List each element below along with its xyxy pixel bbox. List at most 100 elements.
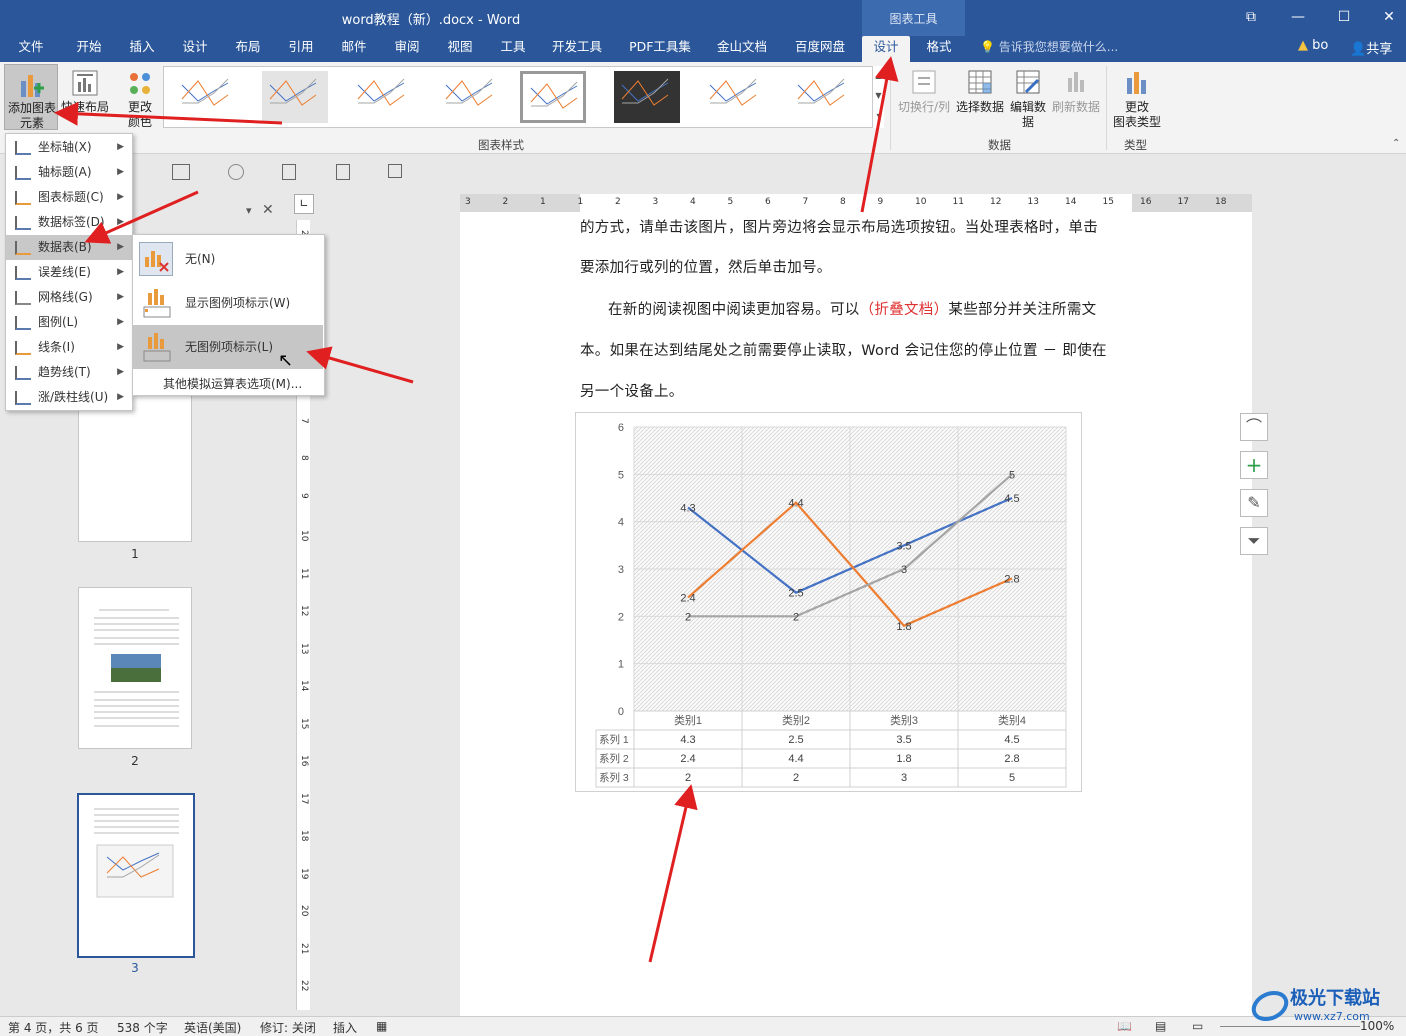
change-chart-type-button[interactable]: 更改 图表类型	[1110, 66, 1164, 132]
word-count[interactable]: 538 个字	[117, 1019, 168, 1036]
tab-chart-format[interactable]: 格式	[915, 36, 963, 62]
quick-layout-button[interactable]: 快速布局	[58, 64, 112, 130]
tab-insert[interactable]: 插入	[119, 36, 165, 62]
chevron-right-icon: ▶	[117, 317, 124, 327]
data-table-no-legend-keys-option[interactable]: 无图例项标示(L)	[133, 325, 323, 369]
track-changes[interactable]: 修订: 关闭	[260, 1019, 316, 1036]
data-table-none-option[interactable]: 无(N)	[133, 237, 323, 281]
watermark-logo: 极光下载站 www.xz7.com	[1250, 984, 1400, 1030]
two-pages-icon[interactable]	[172, 164, 190, 180]
web-layout-icon[interactable]: ▭	[1192, 1019, 1203, 1033]
chart-styles-gallery[interactable]	[163, 66, 881, 128]
tab-mailings[interactable]: 邮件	[331, 36, 377, 62]
tab-kdocs[interactable]: 金山文档	[710, 36, 774, 62]
tab-developer[interactable]: 开发工具	[544, 36, 610, 62]
data-table-cell: 4.5	[1004, 734, 1019, 746]
change-chart-type-icon	[1127, 72, 1146, 94]
tab-design-doc[interactable]: 设计	[172, 36, 218, 62]
link-icon[interactable]	[228, 164, 244, 180]
menu-item-axes[interactable]: 坐标轴(X) ▶	[6, 135, 132, 160]
edit-data-button[interactable]: 编辑数 据	[1006, 66, 1050, 132]
add-chart-element-button[interactable]: 添加图表 元素	[4, 64, 58, 130]
edit-data-label-2: 据	[1021, 115, 1034, 129]
minimize-button[interactable]: —	[1283, 6, 1313, 28]
ruler-tick-label: 3	[465, 197, 471, 207]
share-button[interactable]: 👤共享	[1350, 38, 1392, 57]
tab-home[interactable]: 开始	[66, 36, 112, 62]
chart-style-option[interactable]	[438, 71, 504, 123]
refresh-data-button[interactable]: 刷新数据	[1050, 66, 1102, 132]
tab-baidu-netdisk[interactable]: 百度网盘	[788, 36, 852, 62]
language[interactable]: 英语(美国)	[184, 1019, 241, 1036]
menu-item-trendline[interactable]: 趋势线(T) ▶	[6, 360, 132, 385]
maximize-button[interactable]: ☐	[1329, 6, 1359, 28]
page-count[interactable]: 第 4 页，共 6 页	[8, 1019, 99, 1036]
menu-item-gridlines[interactable]: 网格线(G) ▶	[6, 285, 132, 310]
menu-item-error-bars[interactable]: 误差线(E) ▶	[6, 260, 132, 285]
expand-icon[interactable]	[388, 164, 402, 178]
tab-selector[interactable]: ∟	[294, 194, 314, 214]
page-thumbnail-2[interactable]	[78, 587, 192, 749]
chart-filters-icon[interactable]: ⏷	[1240, 527, 1268, 555]
title-bar: word教程（新）.docx - Word	[0, 0, 1406, 36]
find-page-icon[interactable]	[282, 164, 296, 180]
tab-file[interactable]: 文件	[8, 36, 54, 62]
menu-item-lines[interactable]: 线条(I) ▶	[6, 335, 132, 360]
tab-layout[interactable]: 布局	[225, 36, 271, 62]
line-chart[interactable]: 0 1 2 3 4 5 6 4.3 2.5 3.5 4.5 2.4 4.4 1.8 2.8 2 2 3 5 类别1 类别…	[575, 412, 1082, 792]
tab-references[interactable]: 引用	[278, 36, 324, 62]
link-text[interactable]: （折叠文档）	[860, 302, 949, 318]
macro-icon[interactable]: ▦	[376, 1019, 387, 1033]
data-table-with-legend-keys-option[interactable]: 显示图例项标示(W)	[133, 281, 323, 325]
tab-view[interactable]: 视图	[437, 36, 483, 62]
tab-pdf-tools[interactable]: PDF工具集	[624, 36, 696, 62]
select-data-button[interactable]: 选择数据	[954, 66, 1006, 132]
chart-styles-group-label: 图表样式	[478, 138, 524, 152]
data-table-cell: 2.5	[788, 734, 803, 746]
page-thumbnail-3[interactable]	[77, 793, 195, 958]
document-page[interactable]: 的方式，请单击该图片，图片旁边将会显示布局选项按钮。当处理表格时，单击 要添加行…	[460, 212, 1268, 1016]
chart-style-option[interactable]	[614, 71, 680, 123]
chart-style-option[interactable]	[790, 71, 856, 123]
chart-style-option[interactable]	[350, 71, 416, 123]
menu-item-label: 网格线(G)	[38, 290, 93, 304]
chart-elements-plus-icon[interactable]: +	[1240, 451, 1268, 479]
ribbon-display-options-icon[interactable]: ⧉	[1236, 6, 1266, 28]
chart-style-option[interactable]	[520, 71, 586, 123]
ruler-tick-label: 18	[1215, 197, 1227, 207]
change-colors-button[interactable]: 更改 颜色	[116, 64, 164, 130]
menu-item-axis-title[interactable]: 轴标题(A) ▶	[6, 160, 132, 185]
chart-style-option[interactable]	[174, 71, 240, 123]
ruler-white-area	[580, 194, 1132, 212]
more-data-table-options[interactable]: 其他模拟运算表选项(M)...	[163, 375, 302, 392]
category-label: 类别3	[890, 713, 918, 727]
read-mode-icon[interactable]: 📖	[1117, 1019, 1132, 1033]
menu-item-legend[interactable]: 图例(L) ▶	[6, 310, 132, 335]
menu-item-up-down-bars[interactable]: 涨/跌柱线(U) ▶	[6, 385, 132, 410]
pane-options-icon[interactable]: ▾	[246, 204, 252, 217]
switch-row-column-button[interactable]: 切换行/列	[896, 66, 952, 132]
menu-item-data-table[interactable]: 数据表(B) ▶	[6, 235, 132, 260]
menu-item-data-labels[interactable]: 数据标签(D) ▶	[6, 210, 132, 235]
menu-item-chart-title[interactable]: 图表标题(C) ▶	[6, 185, 132, 210]
layout-options-icon[interactable]: ⌒	[1240, 413, 1268, 441]
tab-tools[interactable]: 工具	[490, 36, 536, 62]
tell-me-search[interactable]: 💡 告诉我您想要做什么...	[980, 38, 1118, 55]
ruler-tick-label: 21	[299, 942, 309, 954]
insert-mode[interactable]: 插入	[333, 1019, 357, 1036]
refresh-data-label: 刷新数据	[1051, 100, 1100, 114]
chart-styles-brush-icon[interactable]: ✎	[1240, 489, 1268, 517]
series-name: 系列 1	[599, 733, 629, 746]
tab-chart-design[interactable]: 设计	[862, 36, 910, 62]
gallery-scroll[interactable]: ▲ ▼ ▾	[872, 66, 884, 128]
chart-style-option[interactable]	[262, 71, 328, 123]
collapse-ribbon-icon[interactable]: ⌃	[1392, 138, 1400, 149]
close-button[interactable]: ✕	[1374, 6, 1404, 28]
chart-style-option[interactable]	[702, 71, 768, 123]
attachment-icon[interactable]	[336, 164, 350, 180]
account[interactable]: ▲ bo	[1298, 38, 1328, 53]
data-table-submenu: 无(N) 显示图例项标示(W) 无图例项标示(L) 其他模拟运算表选项(M)..…	[132, 234, 325, 396]
tab-review[interactable]: 审阅	[384, 36, 430, 62]
close-pane-icon[interactable]: ✕	[262, 202, 274, 218]
print-layout-icon[interactable]: ▤	[1155, 1019, 1166, 1033]
